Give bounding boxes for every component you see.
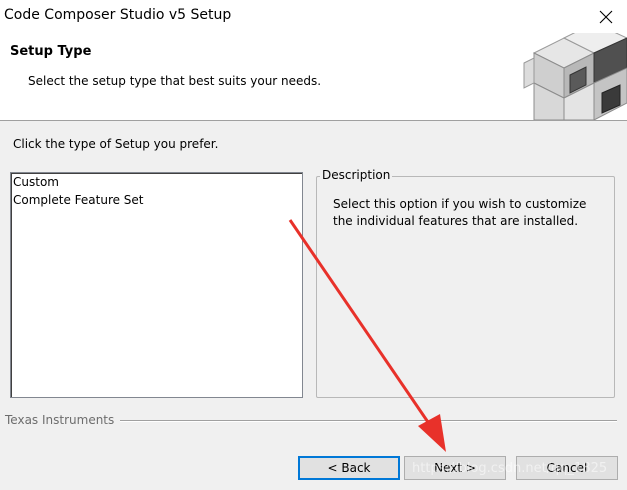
- close-icon: [599, 10, 613, 24]
- setup-prompt: Click the type of Setup you prefer.: [13, 137, 219, 151]
- description-legend: Description: [320, 168, 393, 182]
- cancel-button[interactable]: Cancel: [516, 456, 618, 480]
- wizard-header: Setup Type Select the setup type that be…: [0, 33, 627, 121]
- description-text: Select this option if you wish to custom…: [333, 197, 587, 228]
- window-title: Code Composer Studio v5 Setup: [4, 7, 232, 23]
- cubes-logo-icon: [523, 33, 627, 120]
- title-bar: Code Composer Studio v5 Setup: [0, 0, 627, 33]
- page-subtitle: Select the setup type that best suits yo…: [28, 74, 322, 88]
- close-button[interactable]: [590, 4, 622, 30]
- setup-type-list[interactable]: Custom Complete Feature Set: [10, 172, 303, 398]
- list-item-complete-feature-set[interactable]: Complete Feature Set: [13, 192, 144, 209]
- list-item-custom[interactable]: Custom: [13, 174, 59, 191]
- brand-label: Texas Instruments: [5, 413, 121, 427]
- page-title: Setup Type: [10, 44, 92, 59]
- next-button[interactable]: Next >: [404, 456, 506, 480]
- back-button[interactable]: < Back: [298, 456, 400, 480]
